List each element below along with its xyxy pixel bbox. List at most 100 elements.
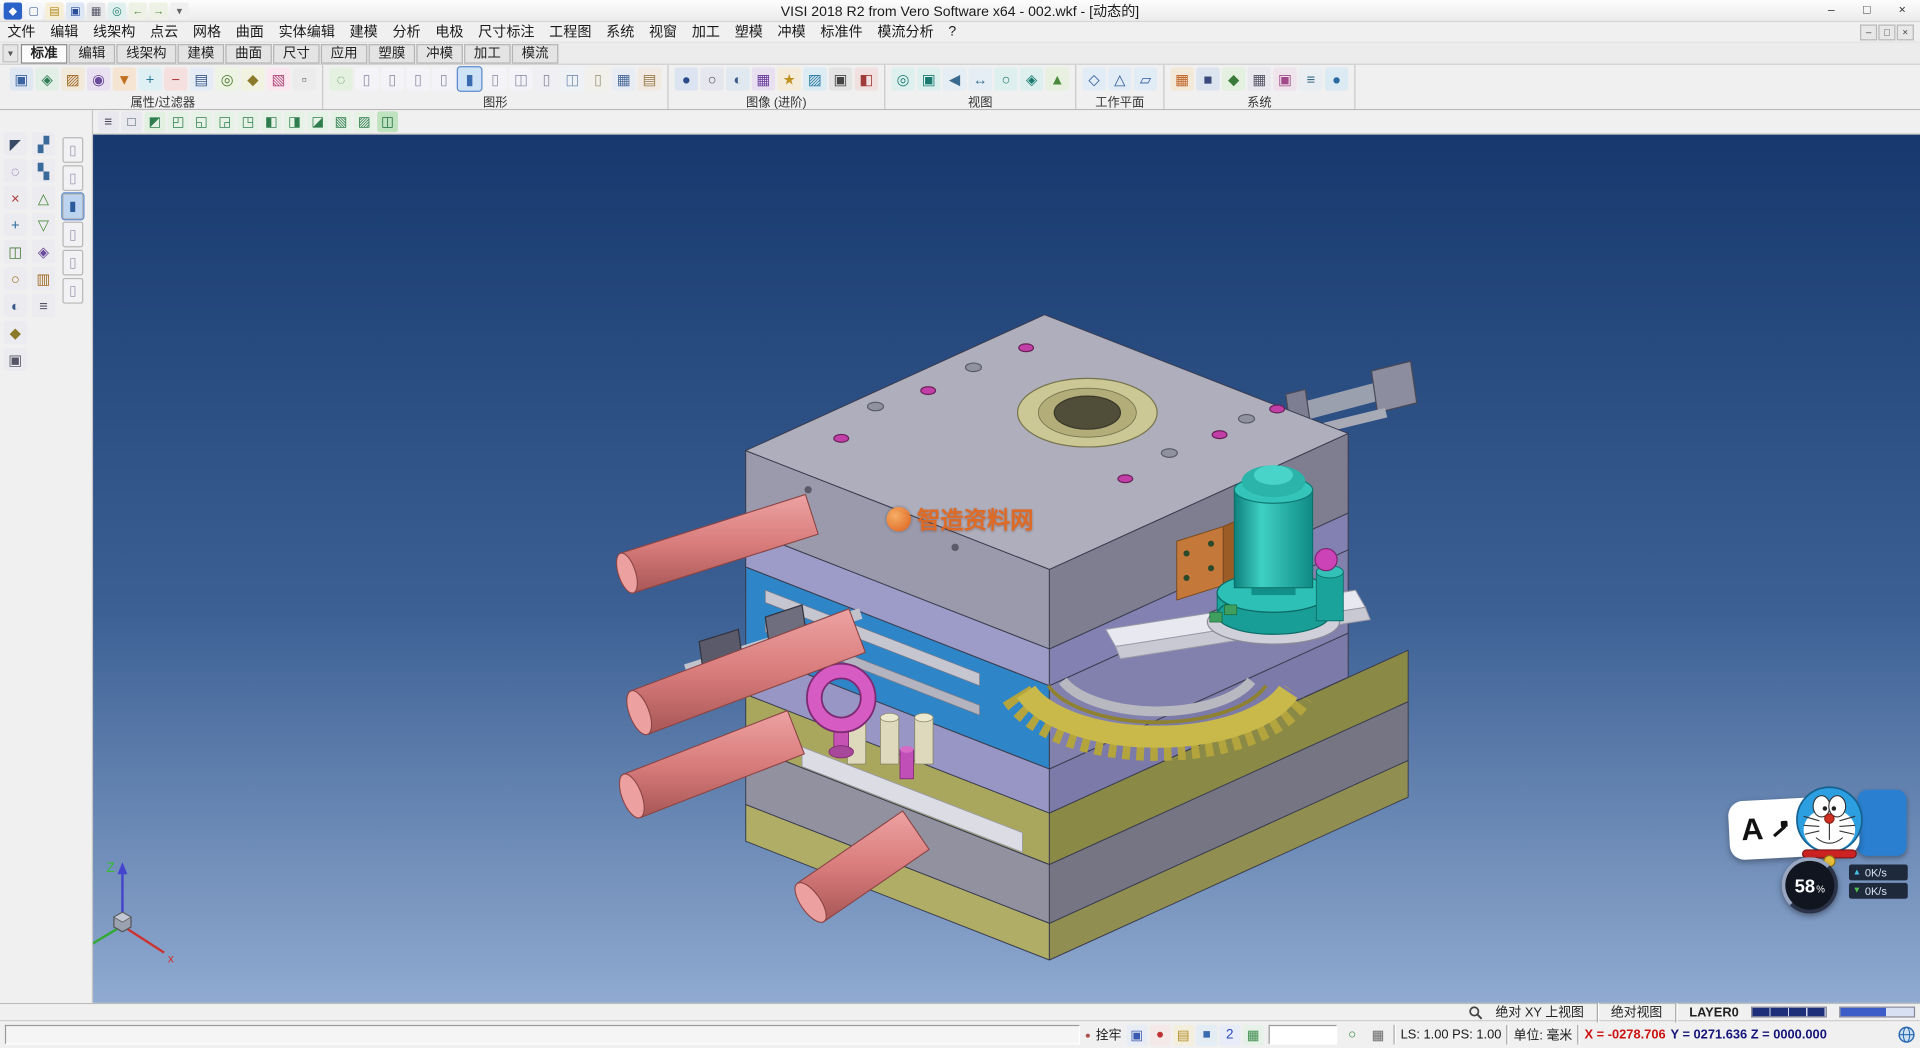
- group-icon[interactable]: ≡: [32, 294, 55, 317]
- extend-icon[interactable]: ▚: [32, 159, 55, 182]
- redo-icon[interactable]: →: [149, 2, 167, 19]
- clipboard-7-icon[interactable]: ▯: [535, 67, 558, 90]
- dynamic-view-icon[interactable]: ◈: [1020, 67, 1043, 90]
- mask-curves-icon[interactable]: ▮: [62, 193, 83, 219]
- status-input-field[interactable]: [1268, 1025, 1337, 1045]
- preview-icon[interactable]: ◎: [108, 2, 126, 19]
- menu-item-11[interactable]: 尺寸标注: [471, 22, 542, 42]
- menu-item-19[interactable]: 模流分析: [870, 22, 941, 42]
- wireframe-render-icon[interactable]: ○: [700, 67, 723, 90]
- edit-attributes-icon[interactable]: ◈: [36, 67, 59, 90]
- background-icon[interactable]: ▨: [803, 67, 826, 90]
- minimize-button[interactable]: –: [1813, 0, 1849, 21]
- zoom-window-icon[interactable]: ▣: [917, 67, 940, 90]
- pan-icon[interactable]: ↔: [969, 67, 992, 90]
- folder-icon[interactable]: ▤: [1173, 1024, 1194, 1045]
- model-3d[interactable]: Z x: [93, 135, 1920, 1003]
- menu-item-8[interactable]: 建模: [342, 22, 385, 42]
- menu-item-17[interactable]: 冲模: [770, 22, 813, 42]
- quick-access-caret-icon[interactable]: ▾: [170, 2, 188, 19]
- clipboard-active-icon[interactable]: ▮: [458, 67, 481, 90]
- workplane-view-icon[interactable]: ▱: [1134, 67, 1157, 90]
- snap-grid-icon[interactable]: ▦: [1248, 67, 1271, 90]
- view-left-icon[interactable]: ◧: [261, 111, 282, 132]
- world-icon[interactable]: ●: [1325, 67, 1348, 90]
- clipboard-3-icon[interactable]: ▯: [407, 67, 430, 90]
- layers-state-icon[interactable]: ▦: [1243, 1024, 1264, 1045]
- tab-7[interactable]: 应用: [321, 43, 368, 63]
- calculator-icon[interactable]: ≡: [1299, 67, 1322, 90]
- active-layer-label[interactable]: LAYER0: [1689, 1005, 1739, 1020]
- measure-icon[interactable]: ◆: [4, 321, 27, 344]
- filter-add-icon[interactable]: +: [138, 67, 161, 90]
- maximize-button[interactable]: □: [1849, 0, 1885, 21]
- clipboard-9-icon[interactable]: ▯: [587, 67, 610, 90]
- rotate-icon[interactable]: ○: [4, 267, 27, 290]
- tab-10[interactable]: 加工: [464, 43, 511, 63]
- visibility-icon[interactable]: ◎: [216, 67, 239, 90]
- mask-surfaces-icon[interactable]: ▯: [62, 222, 83, 248]
- mask-points-icon[interactable]: ▯: [62, 165, 83, 191]
- tab-9[interactable]: 冲模: [416, 43, 463, 63]
- redraw-icon[interactable]: ◌: [329, 67, 352, 90]
- delete-icon[interactable]: ×: [4, 186, 27, 209]
- tab-2[interactable]: 编辑: [69, 43, 116, 63]
- mdi-restore-button[interactable]: □: [1878, 24, 1895, 40]
- menu-item-12[interactable]: 工程图: [542, 22, 599, 42]
- section-view-icon[interactable]: ◧: [855, 67, 878, 90]
- refresh-view-icon[interactable]: ▲: [1046, 67, 1069, 90]
- clipboard-8-icon[interactable]: ◫: [561, 67, 584, 90]
- tab-4[interactable]: 建模: [178, 43, 225, 63]
- menu-item-18[interactable]: 标准件: [813, 22, 870, 42]
- tab-dropdown-icon[interactable]: ▾: [2, 44, 18, 62]
- texture-icon[interactable]: ▦: [752, 67, 775, 90]
- zoom-fit-icon[interactable]: ◎: [891, 67, 914, 90]
- move-icon[interactable]: +: [4, 213, 27, 236]
- viewbar-menu-icon[interactable]: ≡: [98, 111, 119, 132]
- mask-dims-icon[interactable]: ▯: [62, 278, 83, 304]
- layer-manager-icon[interactable]: ▤: [190, 67, 213, 90]
- menu-item-14[interactable]: 视窗: [642, 22, 685, 42]
- globe-icon[interactable]: [1898, 1026, 1915, 1043]
- mirror-icon[interactable]: ◐: [4, 294, 27, 317]
- new-doc-icon[interactable]: ▢: [24, 2, 42, 19]
- undo-icon[interactable]: ←: [129, 2, 147, 19]
- absolute-view-label[interactable]: 绝对视图: [1611, 1003, 1662, 1021]
- grid-view-icon[interactable]: ▦: [612, 67, 635, 90]
- clipboard-5-icon[interactable]: ▯: [484, 67, 507, 90]
- view-iso-nw-icon[interactable]: ▧: [331, 111, 352, 132]
- menu-item-1[interactable]: 文件: [0, 22, 43, 42]
- eraser-icon[interactable]: ▫: [293, 67, 316, 90]
- magnifier-icon[interactable]: [1469, 1005, 1484, 1020]
- count-badge-icon[interactable]: 2: [1219, 1024, 1240, 1045]
- view-back-icon[interactable]: ◳: [238, 111, 259, 132]
- clipboard-1-icon[interactable]: ▯: [355, 67, 378, 90]
- menu-item-20[interactable]: ?: [941, 22, 964, 42]
- clipboard-6-icon[interactable]: ◫: [509, 67, 532, 90]
- view-bottom-icon[interactable]: ◨: [284, 111, 305, 132]
- view-iso-ne-icon[interactable]: ◪: [307, 111, 328, 132]
- workplane-icon[interactable]: ◇: [1082, 67, 1105, 90]
- filter-remove-icon[interactable]: −: [164, 67, 187, 90]
- clipboard-4-icon[interactable]: ▯: [432, 67, 455, 90]
- lighting-icon[interactable]: ★: [778, 67, 801, 90]
- record-icon[interactable]: ●: [1150, 1024, 1171, 1045]
- menu-item-2[interactable]: 编辑: [43, 22, 86, 42]
- copy-icon[interactable]: ◫: [4, 240, 27, 263]
- open-folder-icon[interactable]: ▤: [45, 2, 63, 19]
- close-button[interactable]: ×: [1884, 0, 1920, 21]
- tab-5[interactable]: 曲面: [225, 43, 272, 63]
- lock-icon[interactable]: ◆: [241, 67, 264, 90]
- view-mode-label[interactable]: 绝对 XY 上视图: [1496, 1003, 1584, 1021]
- battery-percent-badge[interactable]: 58%: [1782, 857, 1838, 913]
- mask-solids-icon[interactable]: ▯: [62, 250, 83, 276]
- grid-toggle-icon[interactable]: ▦: [1368, 1024, 1389, 1045]
- monitor-icon[interactable]: ■: [1196, 1024, 1217, 1045]
- menu-item-3[interactable]: 线架构: [86, 22, 143, 42]
- print-icon[interactable]: ▦: [87, 2, 105, 19]
- zoom-previous-icon[interactable]: ◀: [943, 67, 966, 90]
- menu-item-10[interactable]: 电极: [428, 22, 471, 42]
- clipboard-2-icon[interactable]: ▯: [381, 67, 404, 90]
- hidden-line-icon[interactable]: ◐: [726, 67, 749, 90]
- tab-6[interactable]: 尺寸: [273, 43, 320, 63]
